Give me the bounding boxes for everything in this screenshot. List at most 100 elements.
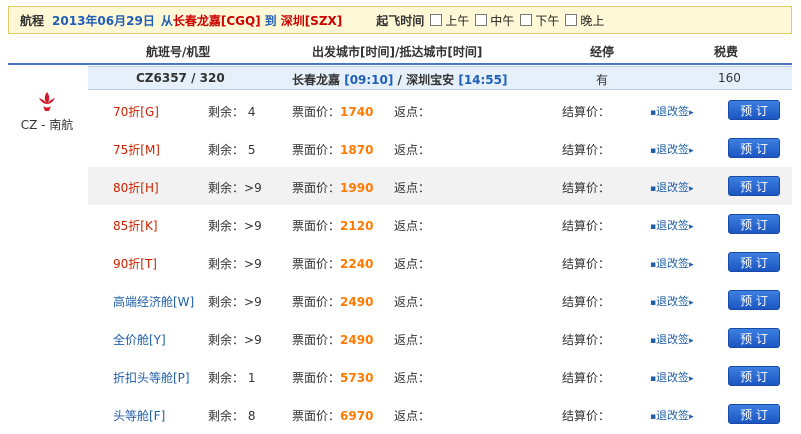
- face-price: 票面价：2490: [292, 333, 374, 347]
- face-price: 票面价：2490: [292, 295, 374, 309]
- fare-row: 90折[T] 剩余：>9 票面价：2240 返点： 结算价： ▪退改签▸ 预 订: [88, 243, 792, 281]
- change-policy-link[interactable]: ▪退改签▸: [650, 369, 694, 385]
- rebate: 返点：: [394, 333, 431, 347]
- checkbox-icon[interactable]: [520, 14, 533, 26]
- stops-value: 有: [596, 73, 609, 87]
- face-price: 票面价：5730: [292, 371, 374, 385]
- departure-city: 长春龙嘉[CGQ]: [172, 13, 261, 28]
- settlement-price: 结算价：: [562, 181, 611, 195]
- book-button[interactable]: 预 订: [728, 100, 780, 120]
- fare-class[interactable]: 80折[H]: [113, 179, 159, 196]
- fare-class[interactable]: 90折[T]: [113, 255, 157, 272]
- checkbox-icon[interactable]: [565, 14, 578, 26]
- rebate: 返点：: [394, 371, 431, 385]
- face-price: 票面价：6970: [292, 409, 374, 423]
- column-headers: 航班号/机型 出发城市[时间]/抵达城市[时间] 经停 税费: [0, 40, 801, 62]
- rebate: 返点：: [394, 181, 431, 195]
- fare-class[interactable]: 75折[M]: [113, 141, 160, 158]
- book-button[interactable]: 预 订: [728, 252, 780, 272]
- face-price: 票面价：1740: [292, 105, 374, 119]
- header-route: 出发城市[时间]/抵达城市[时间]: [312, 45, 483, 59]
- arrow-icon: ▸: [689, 336, 694, 346]
- remaining-seats: 剩余： 8: [208, 409, 256, 423]
- settlement-price: 结算价：: [562, 105, 611, 119]
- change-policy-link[interactable]: ▪退改签▸: [650, 255, 694, 271]
- settlement-price: 结算价：: [562, 333, 611, 347]
- from-prefix: 从: [160, 13, 173, 28]
- arrow-icon: ▸: [689, 184, 694, 194]
- remaining-seats: 剩余：>9: [208, 295, 262, 309]
- settlement-price: 结算价：: [562, 143, 611, 157]
- remaining-seats: 剩余：>9: [208, 219, 262, 233]
- fare-row: 70折[G] 剩余： 4 票面价：1740 返点： 结算价： ▪退改签▸ 预 订: [88, 91, 792, 129]
- settlement-price: 结算价：: [562, 371, 611, 385]
- arrival-city: 深圳[SZX]: [280, 13, 343, 28]
- to-prefix: 到: [264, 13, 277, 28]
- change-policy-link[interactable]: ▪退改签▸: [650, 331, 694, 347]
- book-button[interactable]: 预 订: [728, 328, 780, 348]
- fare-class[interactable]: 70折[G]: [113, 103, 159, 120]
- rebate: 返点：: [394, 409, 431, 423]
- rebate: 返点：: [394, 257, 431, 271]
- search-summary-bar: 航程 2013年06月29日 从 长春龙嘉[CGQ] 到 深圳[SZX] 起飞时…: [8, 6, 792, 34]
- fare-row: 75折[M] 剩余： 5 票面价：1870 返点： 结算价： ▪退改签▸ 预 订: [88, 129, 792, 167]
- book-button[interactable]: 预 订: [728, 214, 780, 234]
- change-policy-link[interactable]: ▪退改签▸: [650, 141, 694, 157]
- fare-row: 85折[K] 剩余：>9 票面价：2120 返点： 结算价： ▪退改签▸ 预 订: [88, 205, 792, 243]
- flight-summary-row: CZ6357 / 320 长春龙嘉 [09:10] / 深圳宝安 [14:55]…: [88, 66, 792, 90]
- checkbox-icon[interactable]: [475, 14, 488, 26]
- rebate: 返点：: [394, 143, 431, 157]
- airline-info: CZ - 南航: [12, 90, 82, 133]
- flight-route: 长春龙嘉 [09:10] / 深圳宝安 [14:55]: [292, 73, 508, 87]
- remaining-seats: 剩余： 1: [208, 371, 256, 385]
- settlement-price: 结算价：: [562, 409, 611, 423]
- fare-row: 80折[H] 剩余：>9 票面价：1990 返点： 结算价： ▪退改签▸ 预 订: [88, 167, 792, 205]
- settlement-price: 结算价：: [562, 257, 611, 271]
- airline-name: CZ - 南航: [20, 118, 74, 132]
- departure-time: [09:10]: [344, 73, 394, 87]
- header-stops: 经停: [590, 45, 615, 59]
- arrow-icon: ▸: [689, 260, 694, 270]
- arrow-icon: ▸: [689, 374, 694, 384]
- change-policy-link[interactable]: ▪退改签▸: [650, 179, 694, 195]
- time-option-evening[interactable]: 晚上: [565, 12, 604, 29]
- face-price: 票面价：2240: [292, 257, 374, 271]
- book-button[interactable]: 预 订: [728, 176, 780, 196]
- arrow-icon: ▸: [689, 108, 694, 118]
- book-button[interactable]: 预 订: [728, 404, 780, 424]
- fare-class[interactable]: 全价舱[Y]: [113, 331, 166, 348]
- settlement-price: 结算价：: [562, 219, 611, 233]
- fare-class[interactable]: 头等舱[F]: [113, 407, 165, 424]
- remaining-seats: 剩余： 4: [208, 105, 256, 119]
- time-option-afternoon[interactable]: 下午: [520, 12, 559, 29]
- change-policy-link[interactable]: ▪退改签▸: [650, 407, 694, 423]
- face-price: 票面价：1990: [292, 181, 374, 195]
- travel-date: 2013年06月29日: [52, 13, 155, 28]
- book-button[interactable]: 预 订: [728, 366, 780, 386]
- settlement-price: 结算价：: [562, 295, 611, 309]
- face-price: 票面价：2120: [292, 219, 374, 233]
- fare-class[interactable]: 85折[K]: [113, 217, 158, 234]
- arrow-icon: ▸: [689, 298, 694, 308]
- fare-list: 70折[G] 剩余： 4 票面价：1740 返点： 结算价： ▪退改签▸ 预 订…: [88, 91, 792, 433]
- remaining-seats: 剩余：>9: [208, 257, 262, 271]
- change-policy-link[interactable]: ▪退改签▸: [650, 217, 694, 233]
- change-policy-link[interactable]: ▪退改签▸: [650, 103, 694, 119]
- header-tax: 税费: [714, 45, 739, 59]
- fare-class[interactable]: 高端经济舱[W]: [113, 293, 194, 310]
- book-button[interactable]: 预 订: [728, 290, 780, 310]
- change-policy-link[interactable]: ▪退改签▸: [650, 293, 694, 309]
- arrival-time: [14:55]: [458, 73, 508, 87]
- remaining-seats: 剩余：>9: [208, 333, 262, 347]
- time-option-morning[interactable]: 上午: [430, 12, 469, 29]
- tax-value: 160: [718, 71, 741, 85]
- remaining-seats: 剩余：>9: [208, 181, 262, 195]
- checkbox-icon[interactable]: [430, 14, 443, 26]
- arrow-icon: ▸: [689, 412, 694, 422]
- book-button[interactable]: 预 订: [728, 138, 780, 158]
- fare-class[interactable]: 折扣头等舱[P]: [113, 369, 190, 386]
- flight-number: CZ6357 / 320: [136, 71, 225, 85]
- time-option-noon[interactable]: 中午: [475, 12, 514, 29]
- rebate: 返点：: [394, 219, 431, 233]
- route-label: 航程: [20, 13, 45, 28]
